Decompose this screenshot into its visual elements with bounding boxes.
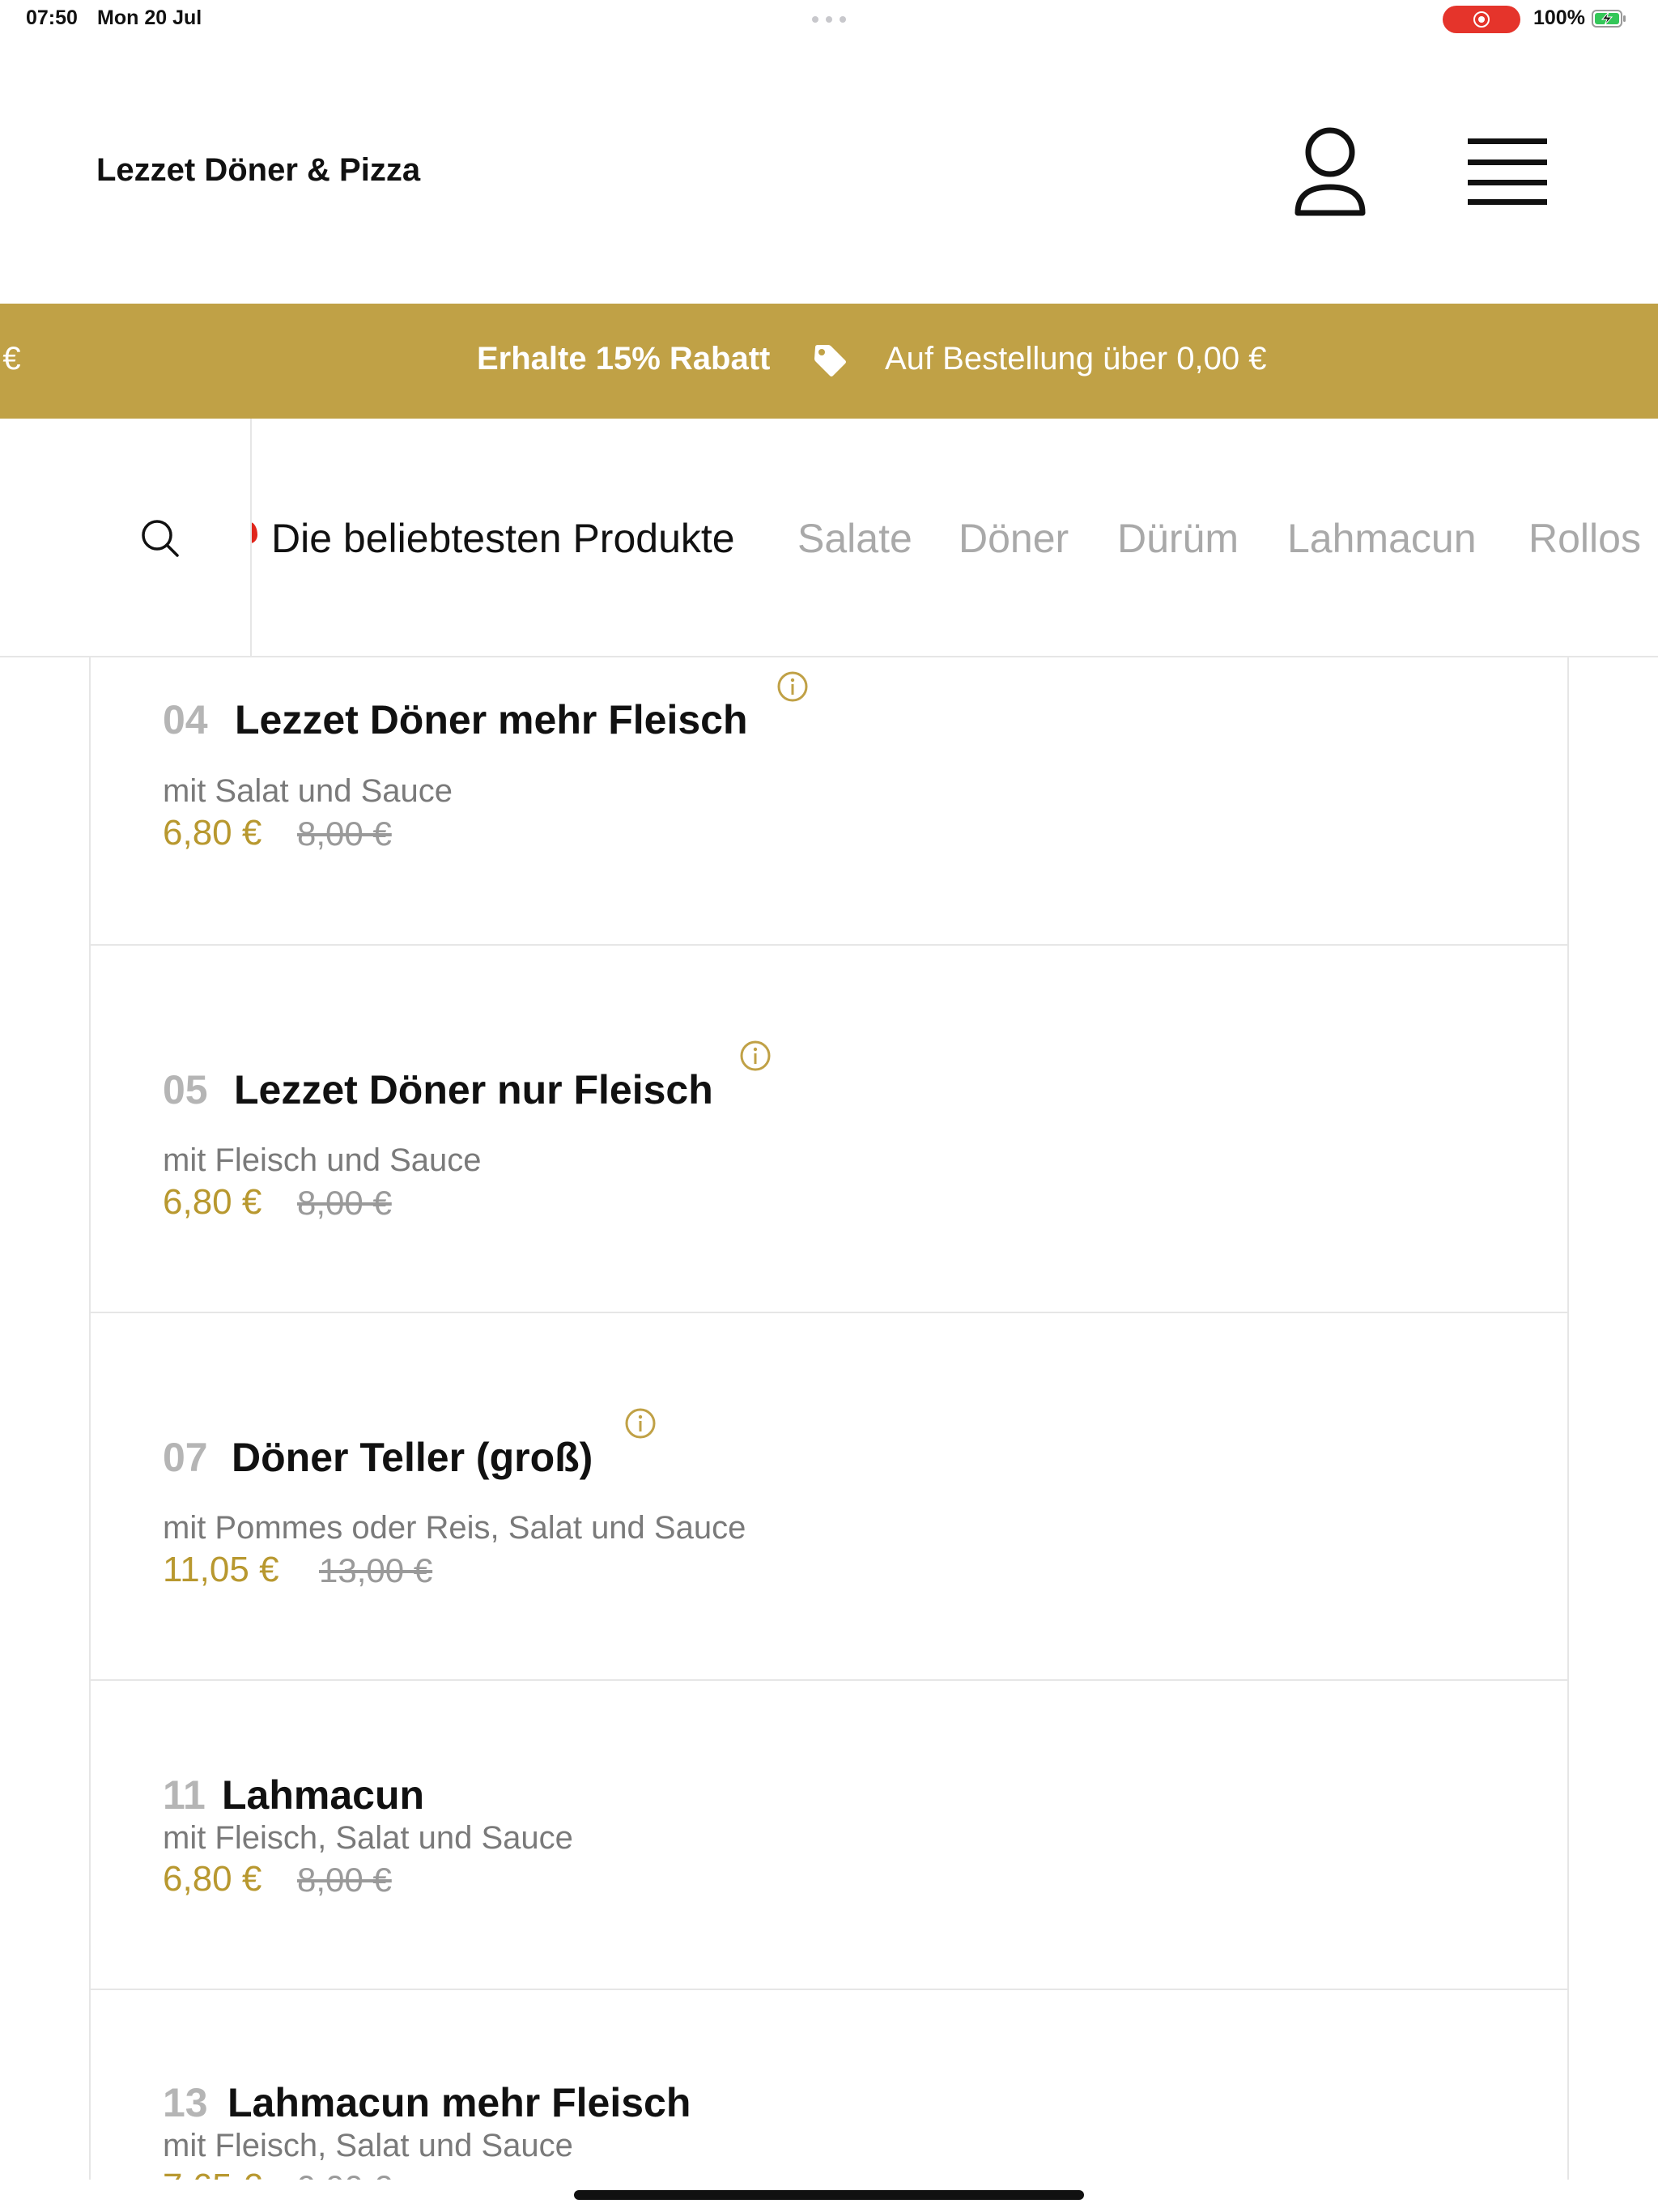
restaurant-name[interactable]: Lezzet Döner & Pizza xyxy=(96,152,420,189)
product-number: 11 xyxy=(163,1772,206,1818)
product-old-price: 8,00 € xyxy=(297,1861,392,1899)
product-price: 11,05 € xyxy=(163,1550,279,1589)
info-icon[interactable] xyxy=(624,1407,657,1440)
product-card[interactable]: 13 Lahmacun mehr Fleisch mit Fleisch, Sa… xyxy=(91,1990,1567,2180)
tag-icon xyxy=(814,345,846,376)
account-button[interactable] xyxy=(1291,125,1369,218)
product-description: mit Fleisch, Salat und Sauce xyxy=(163,1820,573,1856)
multitasking-dots-icon[interactable] xyxy=(812,16,846,23)
tab-popular-products[interactable]: Die beliebtesten Produkte xyxy=(271,515,735,562)
product-name: Lahmacun mehr Fleisch xyxy=(227,2080,691,2125)
product-number: 13 xyxy=(163,2080,208,2125)
product-name: Lezzet Döner nur Fleisch xyxy=(234,1067,713,1112)
battery-percentage: 100% xyxy=(1533,6,1585,29)
tab-duerum[interactable]: Dürüm xyxy=(1117,515,1239,562)
product-price: 6,80 € xyxy=(163,1182,262,1222)
nav-divider xyxy=(250,419,252,656)
product-old-price: 8,00 € xyxy=(297,815,392,853)
battery-charging-icon xyxy=(1592,10,1626,28)
product-old-price: 8,00 € xyxy=(297,1184,392,1222)
product-card[interactable]: 07 Döner Teller (groß) mit Pommes oder R… xyxy=(91,1313,1567,1681)
product-card[interactable]: 05 Lezzet Döner nur Fleisch mit Fleisch … xyxy=(91,946,1567,1313)
promo-previous-fragment: 0 € xyxy=(0,341,21,376)
hamburger-icon xyxy=(1468,138,1547,205)
product-description: mit Fleisch, Salat und Sauce xyxy=(163,2128,573,2163)
product-card[interactable]: 11 Lahmacun mit Fleisch, Salat und Sauce… xyxy=(91,1681,1567,1990)
status-bar: 07:50 Mon 20 Jul 100% xyxy=(0,0,1658,39)
tab-doener[interactable]: Döner xyxy=(959,515,1069,562)
category-nav: Die beliebtesten Produkte Salate Döner D… xyxy=(0,419,1658,657)
product-name: Lezzet Döner mehr Fleisch xyxy=(235,697,748,742)
product-old-price: 9,00 € xyxy=(297,2168,392,2180)
product-price: 7,65 € xyxy=(163,2167,261,2180)
info-icon[interactable] xyxy=(776,670,809,703)
tab-salate[interactable]: Salate xyxy=(797,515,912,562)
search-icon xyxy=(142,520,179,557)
product-number: 04 xyxy=(163,697,208,742)
promo-subtitle: Auf Bestellung über 0,00 € xyxy=(885,341,1267,376)
tab-rollos[interactable]: Rollos xyxy=(1528,515,1641,562)
product-number: 07 xyxy=(163,1435,208,1480)
screen-recording-icon[interactable] xyxy=(1443,6,1520,33)
status-date: Mon 20 Jul xyxy=(97,6,202,29)
product-description: mit Salat und Sauce xyxy=(163,773,453,809)
product-list: 04 Lezzet Döner mehr Fleisch mit Salat u… xyxy=(89,657,1569,2180)
search-button[interactable] xyxy=(140,518,181,559)
tab-lahmacun[interactable]: Lahmacun xyxy=(1287,515,1477,562)
product-old-price: 13,00 € xyxy=(319,1551,433,1589)
product-card[interactable]: 04 Lezzet Döner mehr Fleisch mit Salat u… xyxy=(91,657,1567,946)
product-price: 6,80 € xyxy=(163,1859,262,1899)
person-icon xyxy=(1295,127,1366,216)
product-description: mit Fleisch und Sauce xyxy=(163,1142,482,1178)
product-number: 05 xyxy=(163,1067,208,1112)
product-name: Döner Teller (groß) xyxy=(232,1435,593,1480)
product-name: Lahmacun xyxy=(222,1772,425,1818)
menu-button[interactable] xyxy=(1467,136,1548,206)
home-indicator[interactable] xyxy=(574,2190,1084,2200)
info-icon[interactable] xyxy=(739,1040,772,1072)
status-time: 07:50 xyxy=(26,6,78,29)
product-description: mit Pommes oder Reis, Salat und Sauce xyxy=(163,1510,746,1546)
promo-banner[interactable]: 0 € Erhalte 15% Rabatt Auf Bestellung üb… xyxy=(0,304,1658,419)
product-price: 6,80 € xyxy=(163,813,262,853)
promo-title: Erhalte 15% Rabatt xyxy=(477,341,771,376)
